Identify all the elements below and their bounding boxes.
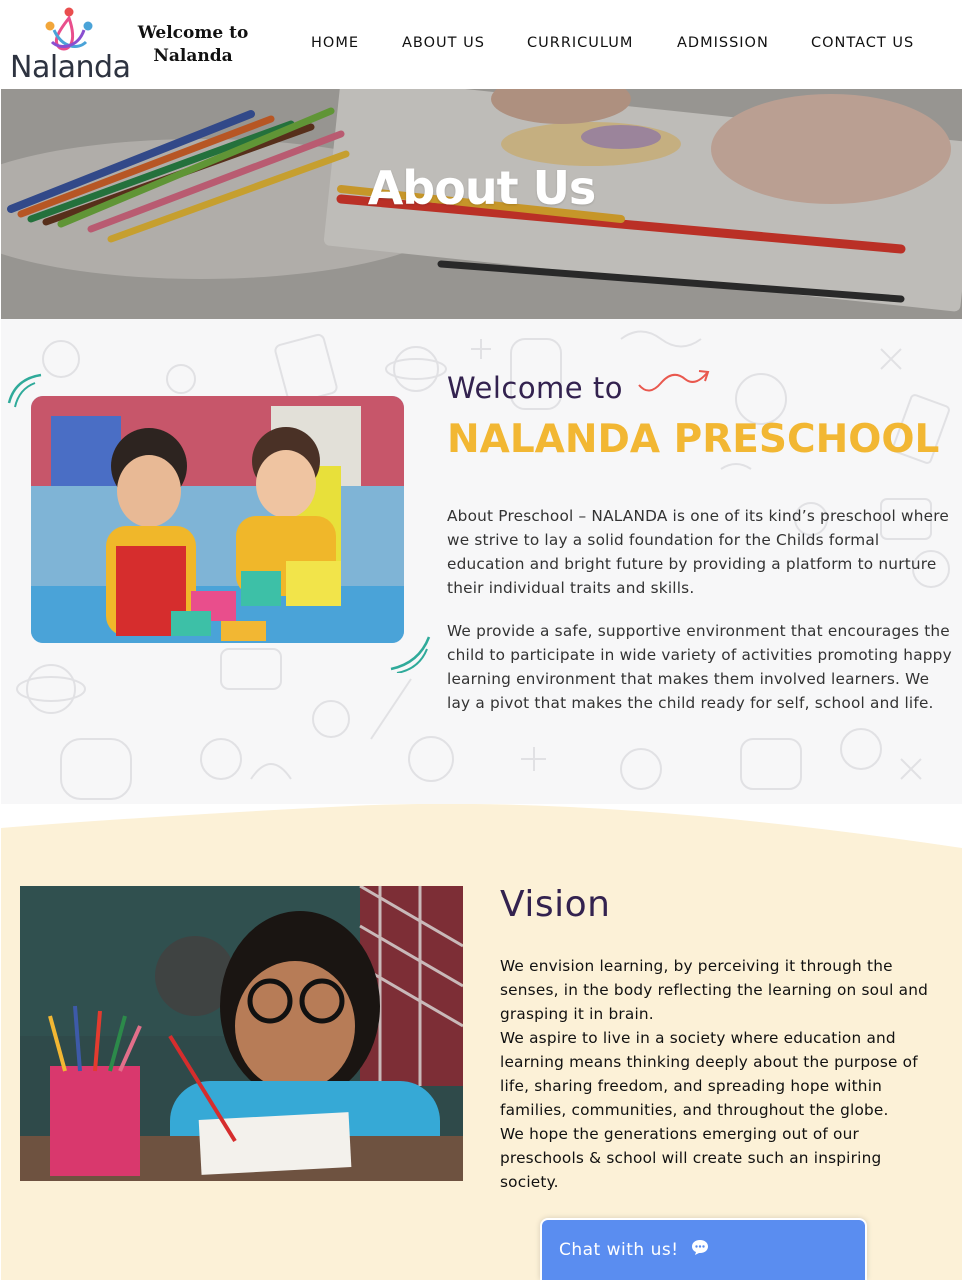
nav-contact-us[interactable]: CONTACT US <box>811 35 914 51</box>
vision-title: Vision <box>500 884 611 925</box>
vision-line-3: We hope the generations emerging out of … <box>500 1125 882 1191</box>
preschool-title: NALANDA PRESCHOOL <box>447 417 940 462</box>
logo-wordmark: Nalanda <box>10 50 131 85</box>
children-thumbs-up-photo <box>31 396 404 643</box>
logo-mark-icon <box>45 7 93 51</box>
vision-line-2: We aspire to live in a society where edu… <box>500 1029 918 1119</box>
hero-banner: About Us <box>1 89 962 319</box>
vision-line-1: We envision learning, by perceiving it t… <box>500 957 929 1023</box>
welcome-section: Welcome to NALANDA PRESCHOOL About Presc… <box>1 319 962 804</box>
brand-line-1: Welcome to <box>137 23 249 43</box>
deco-lines-icon <box>390 636 431 673</box>
page-title: About Us <box>367 161 597 215</box>
about-paragraph-1: About Preschool – NALANDA is one of its … <box>447 507 950 597</box>
chat-label: Chat with us! <box>559 1240 679 1260</box>
wave-divider <box>1 804 962 848</box>
about-paragraph-2: We provide a safe, supportive environmen… <box>447 622 952 712</box>
girl-drawing-photo <box>20 886 463 1181</box>
vision-text: We envision learning, by perceiving it t… <box>500 954 940 1194</box>
welcome-heading: Welcome to <box>447 371 623 405</box>
site-header: Nalanda Welcome to Nalanda HOME ABOUT US… <box>0 0 962 89</box>
brand-title: Welcome to Nalanda <box>134 22 252 68</box>
nav-admission[interactable]: ADMISSION <box>677 35 769 51</box>
nav-home[interactable]: HOME <box>311 35 359 51</box>
vision-section: Vision We envision learning, by perceivi… <box>1 804 962 1280</box>
nav-about-us[interactable]: ABOUT US <box>402 35 485 51</box>
brand-line-2: Nalanda <box>153 46 233 66</box>
chat-widget-button[interactable]: Chat with us! <box>540 1218 867 1280</box>
chat-bubble-icon <box>691 1239 709 1261</box>
nalanda-logo[interactable]: Nalanda <box>8 4 131 86</box>
nav-curriculum[interactable]: CURRICULUM <box>527 35 633 51</box>
curly-arrow-icon <box>638 370 710 392</box>
